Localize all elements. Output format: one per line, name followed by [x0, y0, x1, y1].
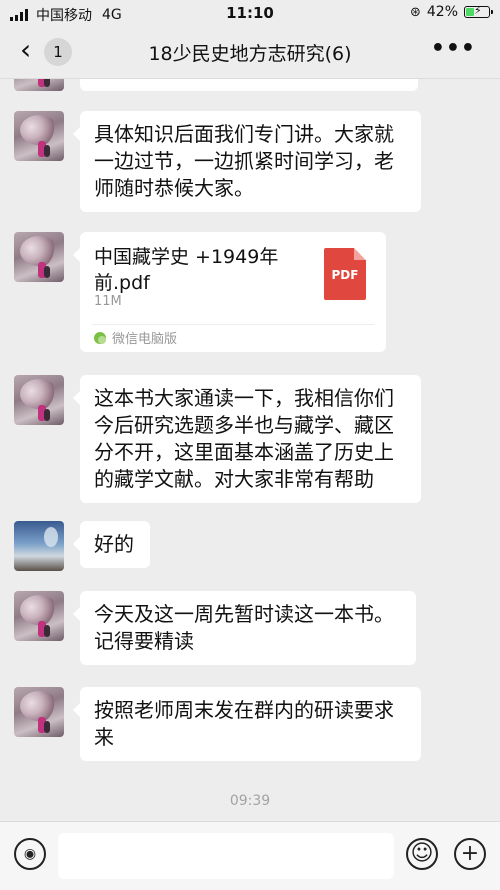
wechat-pc-icon [94, 331, 106, 344]
avatar[interactable] [14, 521, 64, 571]
status-bar: 中国移动 4G 11:10 ⊛ 42% ⚡ [0, 0, 500, 26]
battery-icon: ⚡ [464, 4, 493, 18]
avatar[interactable] [14, 591, 64, 641]
avatar[interactable] [14, 687, 64, 737]
avatar[interactable] [14, 375, 64, 425]
pdf-file-icon: PDF [324, 248, 366, 300]
message-input[interactable] [58, 833, 394, 879]
avatar[interactable] [14, 111, 64, 161]
more-dots-icon[interactable]: ••• [431, 36, 476, 61]
message-bubble: 具体知识后面我们专门讲。大家就一边过节，一边抓紧时间学习，老师随时恭候大家。 [73, 111, 421, 212]
message-bubble: 今天及这一周先暂时读这一本书。记得要精读 [73, 591, 416, 665]
message-bubble: 这本书大家通读一下，我相信你们今后研究选题多半也与藏学、藏区分不开，这里面基本涵… [73, 375, 421, 503]
input-bar: ◉ ☺ + [0, 821, 500, 890]
pdf-icon-label: PDF [331, 268, 359, 282]
file-message-card[interactable]: 中国藏学史 +1949年前.pdf 11M PDF 微信电脑版 [73, 232, 386, 352]
file-source-label: 微信电脑版 [112, 332, 178, 347]
file-size: 11M [94, 294, 122, 309]
emoji-icon[interactable]: ☺ [406, 838, 438, 870]
voice-icon[interactable]: ◉ [14, 838, 46, 870]
rotation-lock-icon: ⊛ [409, 4, 421, 20]
chat-header: ‹ 1 18少民史地方志研究(6) ••• [0, 26, 500, 79]
file-name: 中国藏学史 +1949年前.pdf [94, 246, 279, 294]
message-list[interactable]: 具体知识后面我们专门讲。大家就一边过节，一边抓紧时间学习，老师随时恭候大家。 中… [0, 79, 500, 821]
message-bubble: 按照老师周末发在群内的研读要求来 [73, 687, 421, 761]
plus-icon[interactable]: + [454, 838, 486, 870]
file-card-divider [92, 324, 374, 325]
avatar[interactable] [14, 232, 64, 282]
file-source: 微信电脑版 [94, 328, 177, 347]
chat-title: 18少民史地方志研究(6) [148, 43, 352, 65]
avatar[interactable] [14, 79, 64, 91]
status-right: ⊛ 42% ⚡ [409, 4, 493, 20]
battery-percent: 42% [426, 4, 458, 20]
message-bubble: 好的 [73, 521, 150, 568]
message-timestamp: 09:39 [229, 793, 271, 809]
message-bubble-partial [80, 79, 418, 91]
